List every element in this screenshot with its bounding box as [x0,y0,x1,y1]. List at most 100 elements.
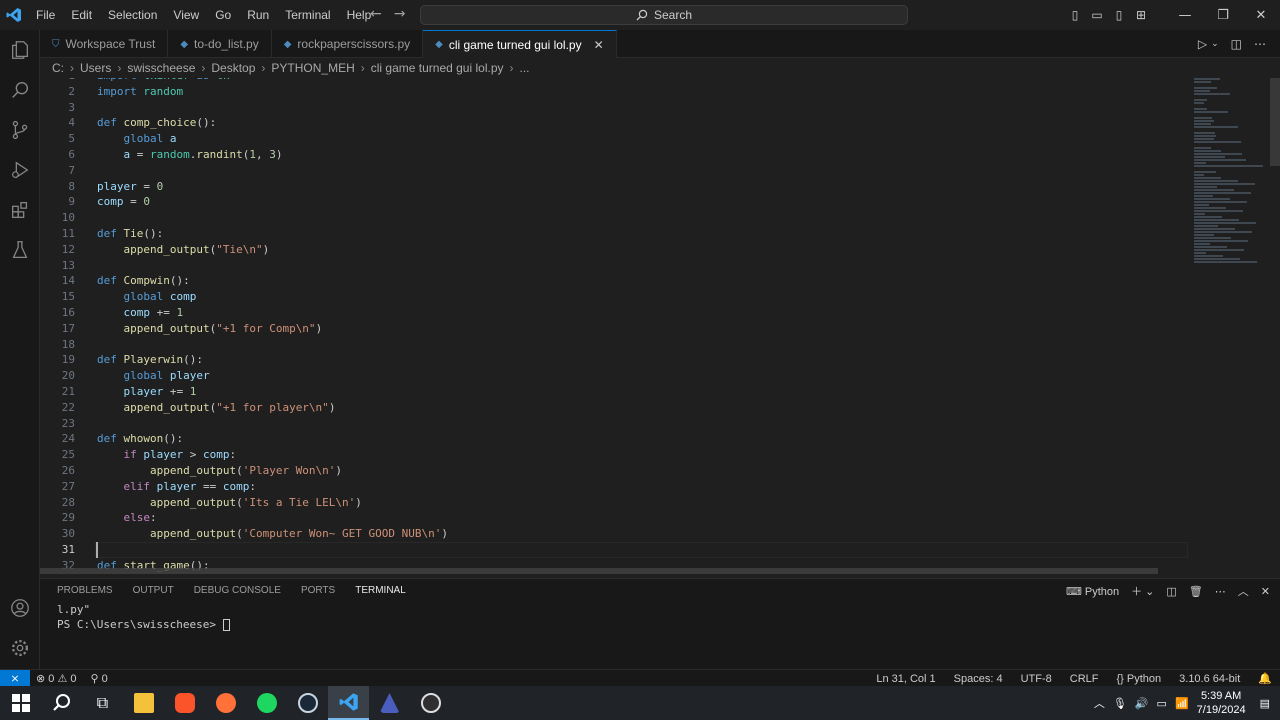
editor-tab[interactable]: ◆ to-do_list.py [168,30,272,58]
windows-start-icon[interactable] [0,686,41,720]
close-window-button[interactable]: ✕ [1242,8,1280,23]
editor-tab[interactable]: ◆ rockpaperscissors.py [272,30,424,58]
panel-tab-terminal[interactable]: TERMINAL [345,579,416,603]
forward-arrow-icon[interactable]: → [394,6,406,22]
explorer-icon[interactable] [0,30,40,70]
code-line[interactable]: 5 global a [40,131,1188,147]
wifi-icon[interactable]: 📶 [1175,697,1189,710]
terminal[interactable]: l.py" PS C:\Users\swisscheese> [40,602,1280,669]
code-line[interactable]: 25 if player > comp: [40,447,1188,463]
toggle-primary-sidebar-icon[interactable]: ▯ [1064,8,1086,22]
code-line[interactable]: 9 comp = 0 [40,194,1188,210]
split-terminal-icon[interactable]: ◫ [1166,585,1176,598]
ports-status[interactable]: ⚲ 0 [91,672,108,685]
brave-browser-icon[interactable] [164,686,205,720]
code-line[interactable]: 15 global comp [40,289,1188,305]
extensions-icon[interactable] [0,190,40,230]
breadcrumb-item[interactable]: C: [52,61,64,75]
terminal-shell-selector[interactable]: ⌨ Python [1066,585,1119,598]
maximize-panel-icon[interactable]: ︿ [1238,583,1249,599]
python-interpreter[interactable]: 3.10.6 64-bit [1179,673,1240,685]
minimize-button[interactable]: — [1166,8,1204,23]
horizontal-scrollbar[interactable] [40,568,1158,574]
source-control-icon[interactable] [0,110,40,150]
notifications-icon[interactable]: ▤ [1260,697,1270,710]
code-line[interactable]: 30 append_output('Computer Won~ GET GOOD… [40,526,1188,542]
indentation[interactable]: Spaces: 4 [954,673,1003,685]
toggle-panel-icon[interactable]: ▭ [1086,8,1108,22]
panel-tab-ports[interactable]: PORTS [291,579,345,603]
breadcrumb-item[interactable]: Users [80,61,111,75]
firefox-icon[interactable] [205,686,246,720]
code-line[interactable]: 13 [40,258,1188,274]
menu-item-view[interactable]: View [165,8,207,22]
menu-item-selection[interactable]: Selection [100,8,165,22]
more-actions-icon[interactable]: ⋯ [1254,37,1266,51]
panel-tab-problems[interactable]: PROBLEMS [47,579,123,603]
code-line[interactable]: 7 [40,163,1188,179]
close-tab-icon[interactable]: ✕ [594,38,604,52]
run-and-debug-icon[interactable] [0,150,40,190]
panel-tab-debug-console[interactable]: DEBUG CONSOLE [184,579,291,603]
breadcrumb-item[interactable]: cli game turned gui lol.py [371,61,504,75]
code-line[interactable]: 21 player += 1 [40,384,1188,400]
problems-status[interactable]: ⊗ 0 ⚠ 0 [36,672,77,685]
code-line[interactable]: 14 def Compwin(): [40,273,1188,289]
code-line[interactable]: 27 elif player == comp: [40,479,1188,495]
microphone-icon[interactable]: 🎙 [1113,697,1127,710]
menu-item-edit[interactable]: Edit [63,8,100,22]
task-view-icon[interactable]: ⧉ [82,686,123,720]
breadcrumb-item[interactable]: Desktop [211,61,255,75]
volume-icon[interactable]: 🔊 [1135,697,1149,710]
testing-flask-icon[interactable] [0,230,40,270]
chevron-up-icon[interactable]: ︿ [1094,695,1105,711]
code-line[interactable]: 16 comp += 1 [40,305,1188,321]
app-icon[interactable] [369,686,410,720]
vertical-scrollbar[interactable] [1268,78,1280,574]
menu-item-terminal[interactable]: Terminal [277,8,338,22]
code-line[interactable]: 17 append_output("+1 for Comp\n") [40,321,1188,337]
code-line[interactable]: 28 append_output('Its a Tie LEL\n') [40,495,1188,511]
code-line[interactable]: 6 a = random.randint(1, 3) [40,147,1188,163]
spotify-icon[interactable] [246,686,287,720]
code-line[interactable]: 11 def Tie(): [40,226,1188,242]
chevron-down-icon[interactable]: ⌄ [1211,39,1219,49]
accounts-icon[interactable] [0,588,40,628]
code-line[interactable]: 20 global player [40,368,1188,384]
code-line[interactable]: 26 append_output('Player Won\n') [40,463,1188,479]
kill-terminal-icon[interactable]: 🗑 [1189,585,1203,598]
run-python-file-icon[interactable]: ▷ [1198,37,1207,51]
panel-tab-output[interactable]: OUTPUT [123,579,184,603]
split-editor-icon[interactable]: ◫ [1231,37,1242,51]
minimap[interactable] [1188,78,1268,574]
back-arrow-icon[interactable]: ← [370,6,382,22]
search-icon[interactable] [0,70,40,110]
code-editor[interactable]: 1import tkinter as tk2import random34def… [40,78,1188,574]
code-line[interactable]: 8 player = 0 [40,179,1188,195]
end-of-line[interactable]: CRLF [1070,673,1099,685]
more-actions-icon[interactable]: ⋯ [1215,585,1226,598]
encoding[interactable]: UTF-8 [1021,673,1052,685]
code-line[interactable]: 4 def comp_choice(): [40,115,1188,131]
vscode-taskbar-icon[interactable] [328,686,369,720]
clock[interactable]: 5:39 AM 7/19/2024 [1197,689,1246,717]
menu-item-file[interactable]: File [28,8,63,22]
breadcrumb-item[interactable]: PYTHON_MEH [271,61,354,75]
code-line[interactable]: 3 [40,100,1188,116]
code-line[interactable]: 10 [40,210,1188,226]
code-line[interactable]: 12 append_output("Tie\n") [40,242,1188,258]
steam-icon[interactable] [287,686,328,720]
new-terminal-icon[interactable]: ＋ ⌄ [1131,583,1154,599]
language-mode[interactable]: {} Python [1116,673,1161,685]
file-explorer-icon[interactable] [123,686,164,720]
code-line[interactable]: 22 append_output("+1 for player\n") [40,400,1188,416]
menu-item-run[interactable]: Run [239,8,277,22]
vertical-scrollbar-thumb[interactable] [1270,78,1280,166]
manage-gear-icon[interactable] [0,628,40,668]
code-line[interactable]: 24 def whowon(): [40,431,1188,447]
customize-layout-icon[interactable]: ⊞ [1130,8,1152,22]
code-line[interactable]: 2 import random [40,84,1188,100]
editor-tab[interactable]: ⛉ Workspace Trust [40,30,169,58]
breadcrumb-item[interactable]: swisscheese [127,61,195,75]
obs-icon[interactable] [410,686,451,720]
